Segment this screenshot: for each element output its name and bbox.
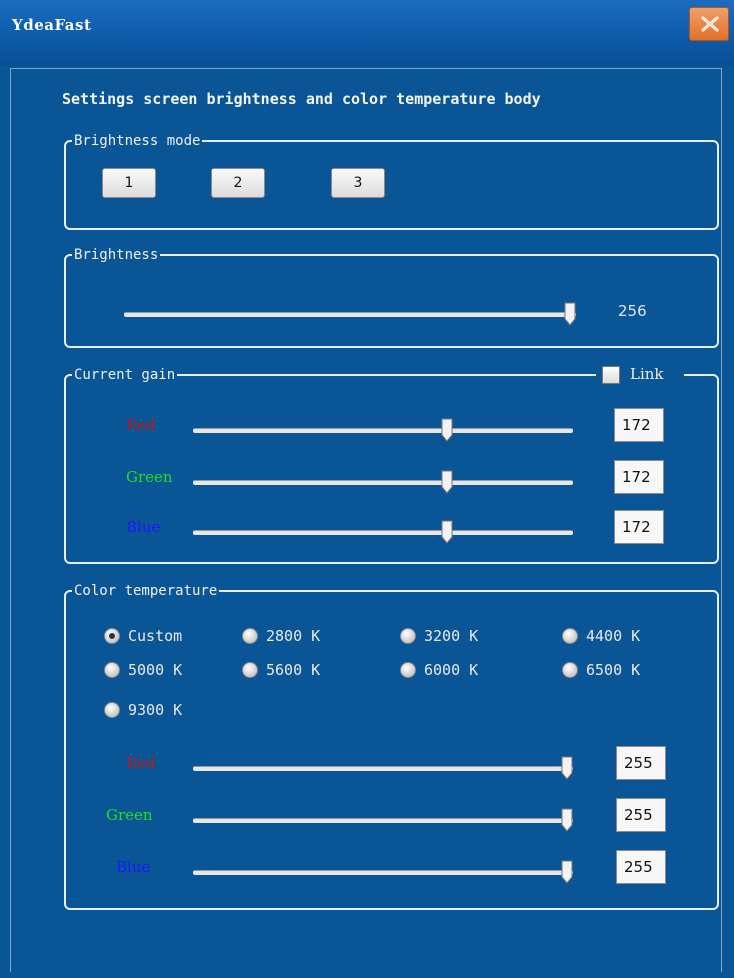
- ct-option-4400k[interactable]: 4400 K: [562, 626, 640, 646]
- mode-1-button[interactable]: 1: [102, 168, 156, 198]
- brightness-slider-track[interactable]: [124, 312, 576, 317]
- radio-button-icon: [562, 628, 578, 644]
- ct-option-label: 6000 K: [424, 661, 479, 679]
- link-label: Link: [630, 365, 664, 383]
- gain-red-slider-thumb[interactable]: [441, 418, 453, 442]
- ct-green-value-field[interactable]: 255: [616, 798, 666, 832]
- link-control[interactable]: Link: [596, 364, 684, 386]
- close-button[interactable]: [689, 7, 729, 41]
- gain-blue-label: Blue: [126, 518, 161, 536]
- page-heading: Settings screen brightness and color tem…: [62, 90, 541, 108]
- ct-blue-value-field[interactable]: 255: [616, 850, 666, 884]
- gain-blue-value-field[interactable]: 172: [614, 510, 664, 544]
- current-gain-group: Current gain Link Red 172 Green 172 Blue 172: [64, 364, 719, 564]
- title-bar: YdeaFast: [0, 0, 734, 66]
- gain-red-slider-track[interactable]: [193, 428, 573, 433]
- ct-green-label: Green: [106, 806, 153, 824]
- brightness-value: 256: [618, 302, 647, 320]
- ct-option-label: 5600 K: [266, 661, 321, 679]
- ct-blue-label: Blue: [116, 858, 151, 876]
- ct-green-slider-thumb[interactable]: [561, 808, 573, 832]
- radio-button-icon: [562, 662, 578, 678]
- brightness-legend: Brightness: [72, 246, 161, 264]
- ct-option-5600k[interactable]: 5600 K: [242, 660, 320, 680]
- gain-green-slider-track[interactable]: [193, 480, 573, 485]
- ct-option-custom[interactable]: Custom: [104, 626, 182, 646]
- ct-red-value-field[interactable]: 255: [616, 746, 666, 780]
- ct-option-label: Custom: [128, 627, 183, 645]
- link-checkbox[interactable]: [602, 366, 620, 384]
- brightness-mode-group: Brightness mode 1 2 3: [64, 132, 719, 230]
- mode-3-button[interactable]: 3: [331, 168, 385, 198]
- gain-red-value-field[interactable]: 172: [614, 408, 664, 442]
- ct-option-label: 4400 K: [586, 627, 641, 645]
- close-icon: [701, 16, 719, 32]
- gain-blue-slider-track[interactable]: [193, 530, 573, 535]
- ct-red-label: Red: [126, 754, 156, 772]
- gain-green-label: Green: [126, 468, 173, 486]
- ct-option-label: 6500 K: [586, 661, 641, 679]
- current-gain-legend: Current gain: [72, 366, 178, 384]
- ct-option-3200k[interactable]: 3200 K: [400, 626, 478, 646]
- ct-red-slider-thumb[interactable]: [561, 756, 573, 780]
- ct-option-5000k[interactable]: 5000 K: [104, 660, 182, 680]
- ct-option-label: 5000 K: [128, 661, 183, 679]
- color-temperature-legend: Color temperature: [72, 582, 220, 600]
- ct-option-2800k[interactable]: 2800 K: [242, 626, 320, 646]
- brightness-mode-legend: Brightness mode: [72, 132, 203, 150]
- brightness-slider-thumb[interactable]: [564, 302, 576, 326]
- ct-option-9300k[interactable]: 9300 K: [104, 700, 182, 720]
- radio-button-icon: [242, 628, 258, 644]
- ct-blue-slider-thumb[interactable]: [561, 860, 573, 884]
- radio-button-icon: [242, 662, 258, 678]
- radio-button-icon: [400, 662, 416, 678]
- ct-option-label: 2800 K: [266, 627, 321, 645]
- radio-button-icon: [400, 628, 416, 644]
- gain-red-label: Red: [126, 416, 156, 434]
- radio-button-icon: [104, 628, 120, 644]
- ct-option-label: 3200 K: [424, 627, 479, 645]
- mode-2-button[interactable]: 2: [211, 168, 265, 198]
- radio-button-icon: [104, 702, 120, 718]
- brightness-group: Brightness 256: [64, 246, 719, 348]
- gain-blue-slider-thumb[interactable]: [441, 520, 453, 544]
- ct-option-6000k[interactable]: 6000 K: [400, 660, 478, 680]
- ct-option-6500k[interactable]: 6500 K: [562, 660, 640, 680]
- ct-option-label: 9300 K: [128, 701, 183, 719]
- ct-green-slider-track[interactable]: [193, 818, 573, 823]
- ct-blue-slider-track[interactable]: [193, 870, 573, 875]
- gain-green-value-field[interactable]: 172: [614, 460, 664, 494]
- ct-red-slider-track[interactable]: [193, 766, 573, 771]
- gain-green-slider-thumb[interactable]: [441, 470, 453, 494]
- color-temperature-group: Color temperature Custom 2800 K 3200 K 4400…: [64, 582, 719, 910]
- radio-button-icon: [104, 662, 120, 678]
- window-title: YdeaFast: [12, 16, 92, 34]
